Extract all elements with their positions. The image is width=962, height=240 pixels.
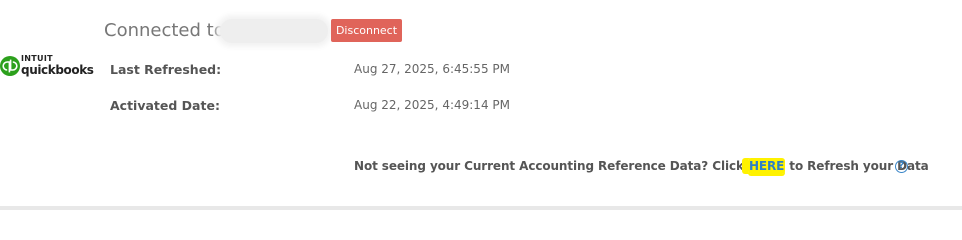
panel-bottom-border xyxy=(0,206,962,210)
activated-date-label: Activated Date: xyxy=(110,98,220,113)
quickbooks-logo: INTUIT quickbooks xyxy=(0,54,94,80)
logo-quickbooks-text: quickbooks xyxy=(21,63,94,77)
refresh-here-link[interactable]: HERE xyxy=(747,158,786,174)
refresh-data-message: Not seeing your Current Accounting Refer… xyxy=(354,158,929,174)
activated-date-value: Aug 22, 2025, 4:49:14 PM xyxy=(354,98,510,112)
quickbooks-mark-icon xyxy=(0,56,20,76)
question-circle-icon[interactable]: ? xyxy=(895,160,908,173)
connected-to-label: Connected to: xyxy=(104,20,231,41)
redacted-company-name xyxy=(220,19,328,43)
last-refreshed-value: Aug 27, 2025, 6:45:55 PM xyxy=(354,62,510,76)
last-refreshed-label: Last Refreshed: xyxy=(110,62,222,77)
integration-panel: INTUIT quickbooks Connected to: Disconne… xyxy=(0,0,962,207)
refresh-text-before: Not seeing your Current Accounting Refer… xyxy=(354,159,748,173)
disconnect-button[interactable]: Disconnect xyxy=(331,19,402,42)
